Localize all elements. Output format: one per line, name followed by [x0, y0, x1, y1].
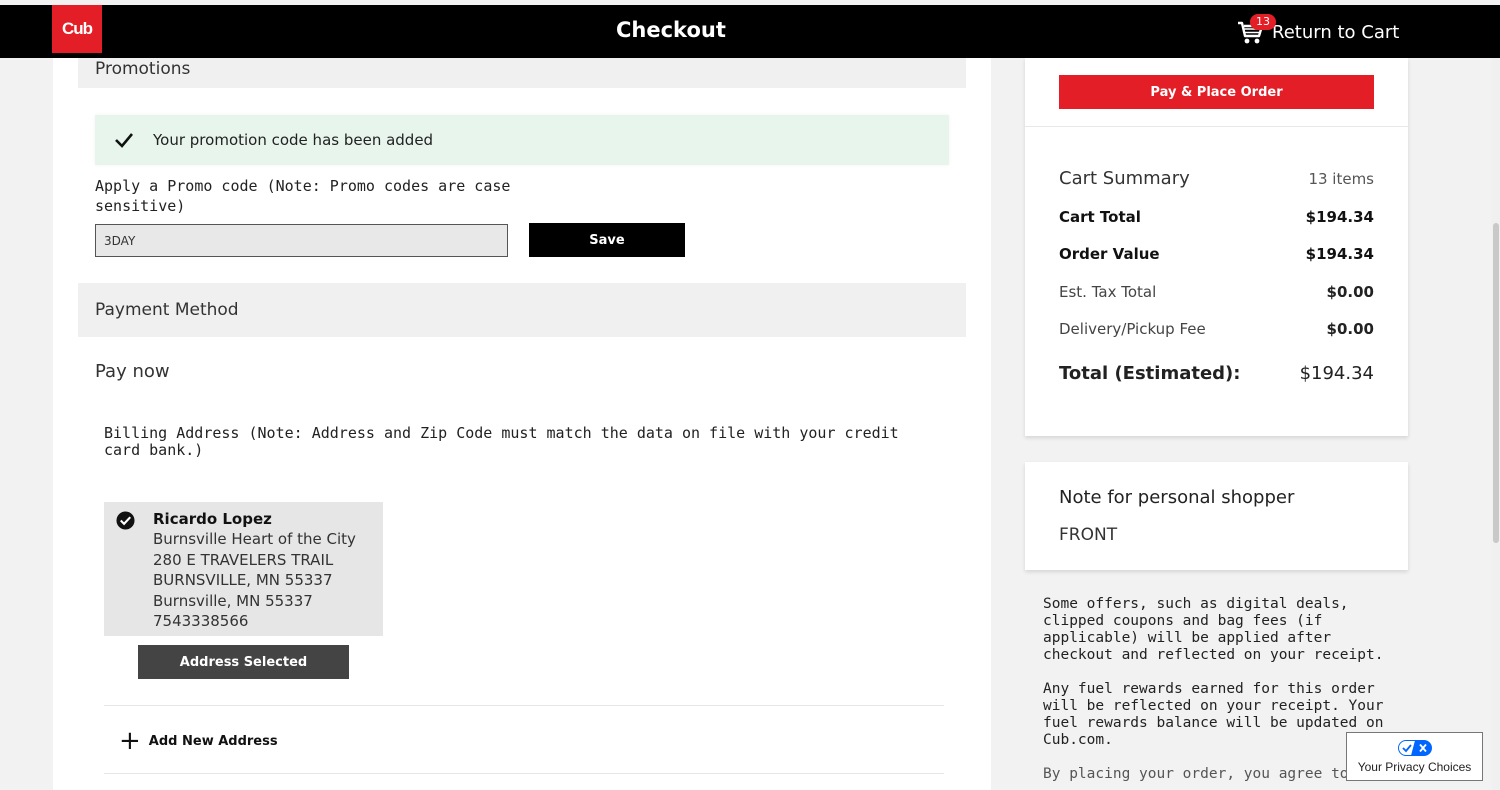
summary-row-cart-total: Cart Total $194.34 — [1059, 208, 1374, 226]
cart-summary-title: Cart Summary — [1059, 168, 1190, 189]
summary-row-delivery-fee: Delivery/Pickup Fee $0.00 — [1059, 320, 1374, 338]
summary-total-row: Total (Estimated): $194.34 — [1059, 363, 1374, 384]
terms-disclaimer: By placing your order, you agree to be b… — [1043, 766, 1388, 782]
promo-success-message: Your promotion code has been added — [95, 115, 949, 165]
summary-row-order-value: Order Value $194.34 — [1059, 245, 1374, 263]
summary-row-value: $194.34 — [1305, 245, 1374, 263]
summary-row-label: Est. Tax Total — [1059, 283, 1157, 301]
promo-success-text: Your promotion code has been added — [153, 131, 434, 149]
promotions-heading-text: Promotions — [95, 59, 191, 79]
return-to-cart-label: Return to Cart — [1272, 21, 1400, 43]
summary-row-tax: Est. Tax Total $0.00 — [1059, 283, 1374, 301]
checkout-main: Promotions Your promotion code has been … — [53, 58, 991, 790]
cart-count-badge: 13 — [1250, 14, 1276, 30]
promo-code-label: Apply a Promo code (Note: Promo codes ar… — [95, 177, 511, 215]
total-value: $194.34 — [1299, 363, 1374, 384]
pay-now-label: Pay now — [95, 361, 170, 382]
privacy-choices-button[interactable]: Your Privacy Choices — [1346, 732, 1483, 781]
scrollbar-thumb[interactable] — [1493, 223, 1499, 543]
cart-icon: 13 — [1236, 14, 1276, 47]
privacy-choices-label: Your Privacy Choices — [1357, 760, 1472, 774]
plus-icon: + — [119, 726, 141, 756]
item-count: 13 items — [1308, 169, 1374, 188]
save-promo-button[interactable]: Save — [529, 223, 685, 257]
cub-logo[interactable]: Cub — [52, 5, 102, 53]
note-value: FRONT — [1059, 525, 1118, 545]
address-name: Ricardo Lopez — [153, 510, 272, 528]
divider — [1025, 126, 1408, 127]
page-scrollbar[interactable] — [1492, 58, 1500, 790]
cart-summary-card: Pay & Place Order Cart Summary 13 items … — [1025, 58, 1408, 436]
billing-address-label: Billing Address (Note: Address and Zip C… — [104, 424, 899, 459]
checkmark-icon — [115, 133, 133, 148]
payment-method-heading-text: Payment Method — [95, 300, 239, 320]
summary-row-label: Order Value — [1059, 245, 1160, 263]
check-circle-icon — [116, 511, 135, 530]
summary-row-label: Delivery/Pickup Fee — [1059, 320, 1206, 338]
selected-address-card[interactable]: Ricardo Lopez Burnsville Heart of the Ci… — [104, 502, 383, 636]
pay-place-order-button[interactable]: Pay & Place Order — [1059, 75, 1374, 109]
summary-row-value: $194.34 — [1305, 208, 1374, 226]
offers-disclaimer: Some offers, such as digital deals, clip… — [1043, 596, 1384, 663]
fuel-rewards-disclaimer: Any fuel rewards earned for this order w… — [1043, 681, 1384, 748]
cart-summary-header: Cart Summary 13 items — [1059, 168, 1374, 189]
address-line: Burnsville, MN 55337 — [153, 591, 313, 610]
address-line: Burnsville Heart of the City — [153, 530, 356, 549]
note-title: Note for personal shopper — [1059, 487, 1295, 508]
privacy-toggle-icon — [1397, 740, 1432, 756]
personal-shopper-note-card[interactable]: Note for personal shopper FRONT — [1025, 462, 1408, 570]
address-phone: 7543338566 — [153, 612, 249, 631]
promo-code-input[interactable] — [95, 224, 508, 257]
page-title-text: Checkout — [616, 18, 726, 42]
add-new-address-label: Add New Address — [148, 733, 278, 749]
top-header: Cub Checkout 13 Return to Cart — [0, 5, 1500, 58]
summary-row-value: $0.00 — [1326, 283, 1374, 301]
add-new-address-button[interactable]: + Add New Address — [119, 728, 278, 754]
address-line: 280 E TRAVELERS TRAIL — [153, 550, 334, 569]
return-to-cart-link[interactable]: 13 Return to Cart — [1236, 14, 1400, 49]
summary-row-value: $0.00 — [1326, 320, 1374, 338]
address-selected-button[interactable]: Address Selected — [138, 645, 349, 679]
promotions-heading: Promotions — [78, 58, 966, 88]
payment-method-heading: Payment Method — [78, 283, 966, 337]
total-label: Total (Estimated): — [1059, 363, 1241, 384]
divider — [104, 773, 944, 774]
summary-row-label: Cart Total — [1059, 208, 1141, 226]
divider — [104, 705, 944, 706]
address-line: BURNSVILLE, MN 55337 — [153, 571, 333, 590]
